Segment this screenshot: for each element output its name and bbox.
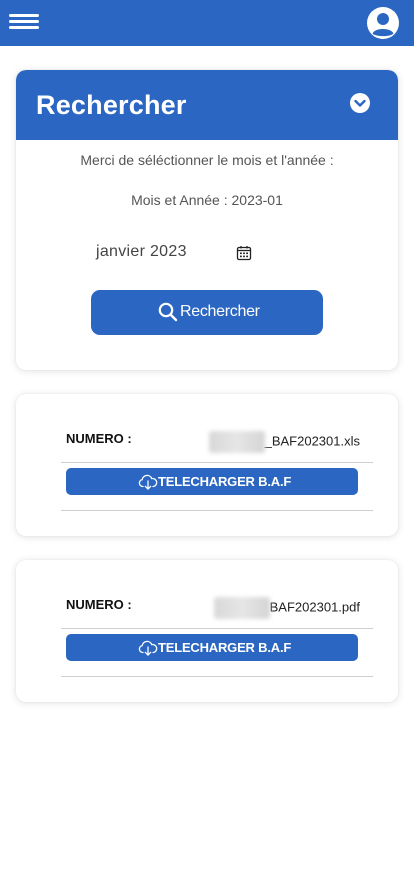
- result-card: NUMERO : BAF202301.pdf TELECHARGER B.A.F: [16, 560, 398, 702]
- file-name-suffix: BAF202301.pdf: [269, 599, 360, 615]
- month-year-input[interactable]: janvier 2023: [92, 238, 262, 266]
- numero-label: NUMERO :: [66, 597, 132, 612]
- search-instruction: Merci de séléctionner le mois et l'année…: [80, 152, 334, 168]
- file-name: _BAF202301.xls: [208, 431, 360, 453]
- chevron-down-circle-icon[interactable]: [349, 92, 371, 114]
- download-baf-button[interactable]: TELECHARGER B.A.F: [66, 468, 358, 495]
- redacted-id: [213, 597, 270, 619]
- search-button-label: Rechercher: [180, 303, 260, 320]
- search-icon: [158, 302, 178, 322]
- download-baf-label: TELECHARGER B.A.F: [158, 640, 292, 655]
- user-account-icon[interactable]: [366, 6, 400, 40]
- redacted-id: [208, 431, 265, 453]
- download-baf-label: TELECHARGER B.A.F: [158, 474, 292, 489]
- file-name: BAF202301.pdf: [213, 597, 360, 619]
- divider: [61, 462, 373, 463]
- selected-month-year: Mois et Année : 2023-01: [131, 192, 283, 208]
- file-name-suffix: _BAF202301.xls: [264, 433, 360, 449]
- menu-line: [9, 20, 39, 23]
- divider: [61, 510, 373, 511]
- hamburger-menu-icon[interactable]: [9, 11, 39, 33]
- month-year-input-value: janvier 2023: [96, 243, 187, 260]
- cloud-download-icon: [138, 474, 158, 490]
- search-button[interactable]: Rechercher: [91, 290, 323, 335]
- download-baf-button[interactable]: TELECHARGER B.A.F: [66, 634, 358, 661]
- search-card-title: Rechercher: [36, 90, 187, 120]
- menu-line: [9, 14, 39, 17]
- divider: [61, 628, 373, 629]
- result-card: NUMERO : _BAF202301.xls TELECHARGER B.A.…: [16, 394, 398, 536]
- cloud-download-icon: [138, 640, 158, 656]
- menu-line: [9, 26, 39, 29]
- top-app-bar: [0, 0, 414, 46]
- search-card: Rechercher Merci de séléctionner le mois…: [16, 70, 398, 370]
- numero-label: NUMERO :: [66, 431, 132, 446]
- calendar-icon[interactable]: [236, 245, 252, 261]
- search-card-header[interactable]: Rechercher: [16, 70, 398, 140]
- divider: [61, 676, 373, 677]
